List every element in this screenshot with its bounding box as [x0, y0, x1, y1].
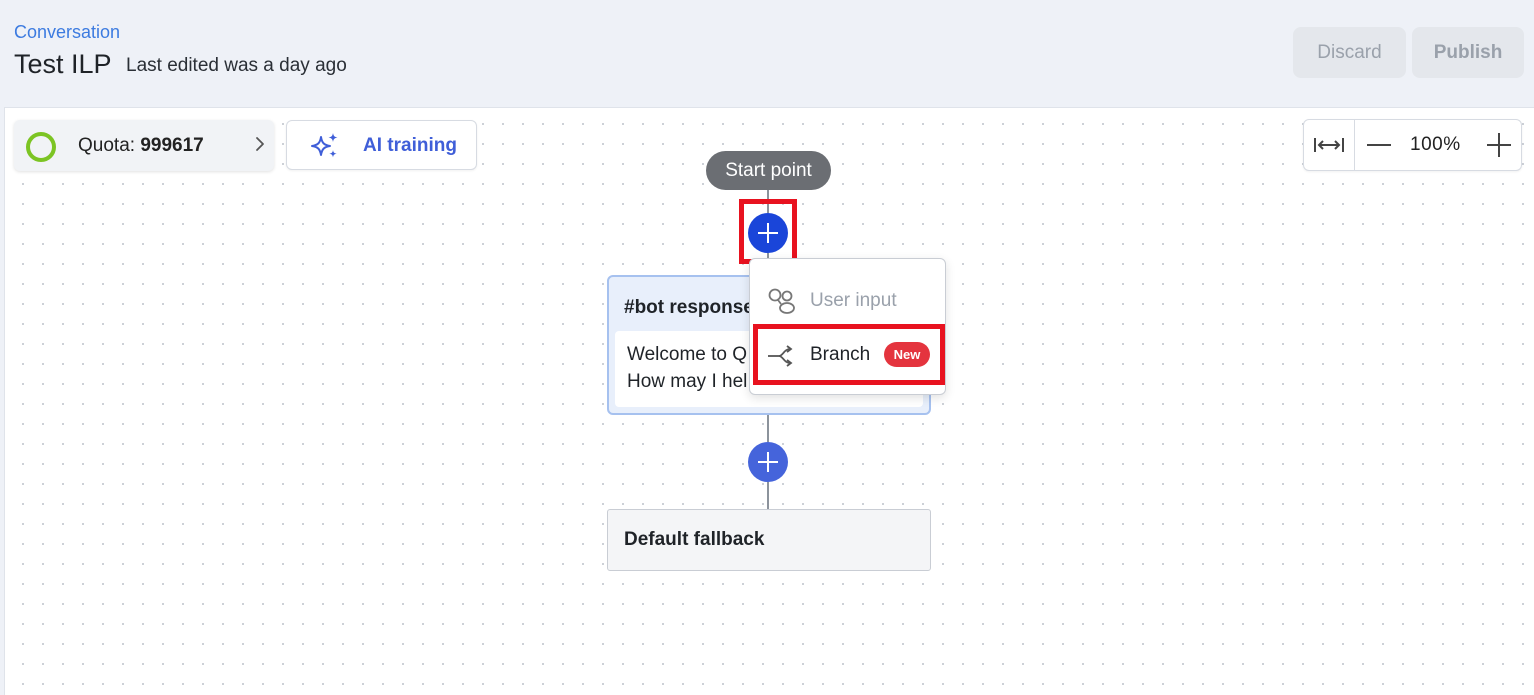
- menu-item-label: User input: [810, 290, 897, 311]
- zoom-out-button[interactable]: [1364, 130, 1394, 160]
- page-header: Conversation Test ILP Last edited was a …: [0, 0, 1534, 106]
- publish-button[interactable]: Publish: [1412, 27, 1524, 78]
- fit-width-button[interactable]: [1304, 120, 1355, 170]
- fit-width-icon: [1314, 138, 1344, 152]
- zoom-controls: 100%: [1303, 119, 1522, 171]
- breadcrumb-conversation[interactable]: Conversation: [14, 22, 120, 43]
- ai-training-button[interactable]: AI training: [286, 120, 477, 170]
- last-edited-text: Last edited was a day ago: [126, 55, 347, 76]
- default-fallback-node[interactable]: Default fallback: [607, 509, 931, 571]
- start-point-node: Start point: [706, 151, 831, 190]
- user-input-icon: [768, 288, 795, 314]
- discard-button[interactable]: Discard: [1293, 27, 1406, 78]
- zoom-level: 100%: [1410, 134, 1461, 155]
- default-fallback-title: Default fallback: [624, 529, 765, 550]
- ai-training-label: AI training: [363, 135, 457, 156]
- quota-label: Quota:: [78, 135, 136, 156]
- bot-response-title: #bot response: [624, 297, 754, 318]
- quota-text: Quota: 999617: [78, 135, 204, 157]
- quota-ring-icon: [26, 132, 56, 162]
- plus-icon: [758, 452, 778, 472]
- sparkles-icon: [311, 133, 338, 158]
- page-title: Test ILP: [14, 49, 112, 79]
- connector-line: [767, 482, 769, 509]
- quota-card[interactable]: Quota: 999617: [14, 120, 274, 171]
- zoom-in-button[interactable]: [1484, 130, 1514, 160]
- highlight-branch: [753, 324, 945, 385]
- highlight-add-step: [739, 199, 797, 264]
- bot-message-line: Welcome to Q: [627, 344, 748, 365]
- chevron-right-icon: [256, 137, 264, 151]
- quota-value: 999617: [140, 135, 204, 156]
- menu-item-user-input[interactable]: User input: [750, 275, 945, 325]
- add-step-button[interactable]: [748, 442, 788, 482]
- connector-line: [767, 415, 769, 442]
- bot-message-line: How may I hel: [627, 371, 748, 392]
